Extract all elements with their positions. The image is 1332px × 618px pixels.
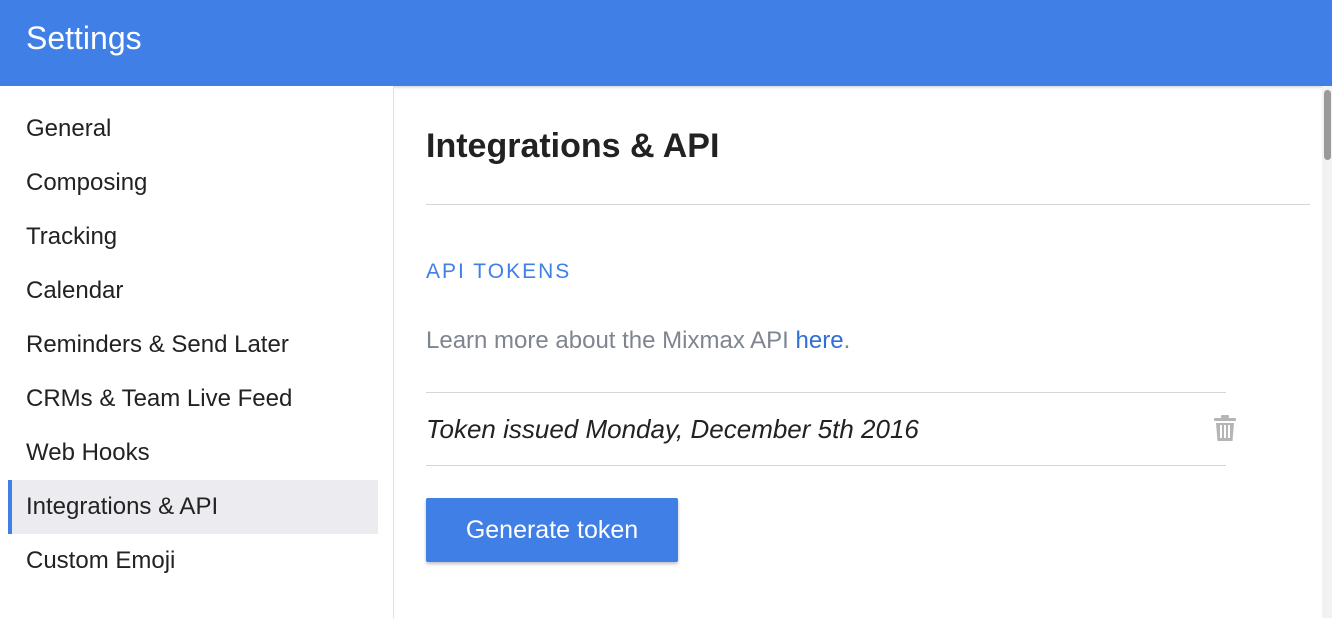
token-issued-text: Token issued Monday, December 5th 2016 xyxy=(426,414,919,444)
sidebar-item-integrations[interactable]: Integrations & API xyxy=(8,480,378,534)
sidebar-item-label: Reminders & Send Later xyxy=(26,331,289,358)
settings-nav: General Composing Tracking Calendar Remi… xyxy=(8,102,378,588)
trash-icon[interactable] xyxy=(1213,414,1237,442)
title-divider xyxy=(426,204,1310,205)
sidebar-item-web-hooks[interactable]: Web Hooks xyxy=(8,426,378,480)
trash-icon-graphic xyxy=(1214,415,1236,441)
sidebar-item-calendar[interactable]: Calendar xyxy=(8,264,378,318)
sidebar-item-label: Tracking xyxy=(26,223,118,250)
header-title: Settings xyxy=(26,20,142,56)
learn-more-prefix: Learn more about the Mixmax API xyxy=(426,327,796,354)
scrollbar[interactable] xyxy=(1322,86,1332,618)
generate-token-button[interactable]: Generate token xyxy=(426,498,678,562)
settings-content: Integrations & API API TOKENS Learn more… xyxy=(395,86,1322,618)
sidebar-item-label: Composing xyxy=(26,169,148,196)
learn-more-link[interactable]: here xyxy=(796,327,844,354)
sidebar-item-label: Calendar xyxy=(26,277,124,304)
sidebar-item-label: CRMs & Team Live Feed xyxy=(26,385,293,412)
page-title: Integrations & API xyxy=(426,127,720,165)
sidebar-item-composing[interactable]: Composing xyxy=(8,156,378,210)
sidebar-item-crms[interactable]: CRMs & Team Live Feed xyxy=(8,372,378,426)
sidebar-item-general[interactable]: General xyxy=(8,102,378,156)
sidebar-item-reminders[interactable]: Reminders & Send Later xyxy=(8,318,378,372)
sidebar-item-label: Web Hooks xyxy=(26,439,150,466)
sidebar-item-label: Custom Emoji xyxy=(26,547,176,574)
learn-more-text: Learn more about the Mixmax API here. xyxy=(426,326,850,356)
sidebar-item-label: General xyxy=(26,115,112,142)
scrollbar-thumb[interactable] xyxy=(1324,90,1331,160)
learn-more-suffix: . xyxy=(843,327,851,354)
sidebar-item-label: Integrations & API xyxy=(26,493,219,520)
token-row: Token issued Monday, December 5th 2016 xyxy=(426,392,1226,466)
sidebar-item-tracking[interactable]: Tracking xyxy=(8,210,378,264)
section-title-api-tokens: API TOKENS xyxy=(426,260,572,283)
settings-sidebar: General Composing Tracking Calendar Remi… xyxy=(0,86,394,618)
app-header: Settings xyxy=(0,0,1332,86)
sidebar-item-custom-emoji[interactable]: Custom Emoji xyxy=(8,534,378,588)
